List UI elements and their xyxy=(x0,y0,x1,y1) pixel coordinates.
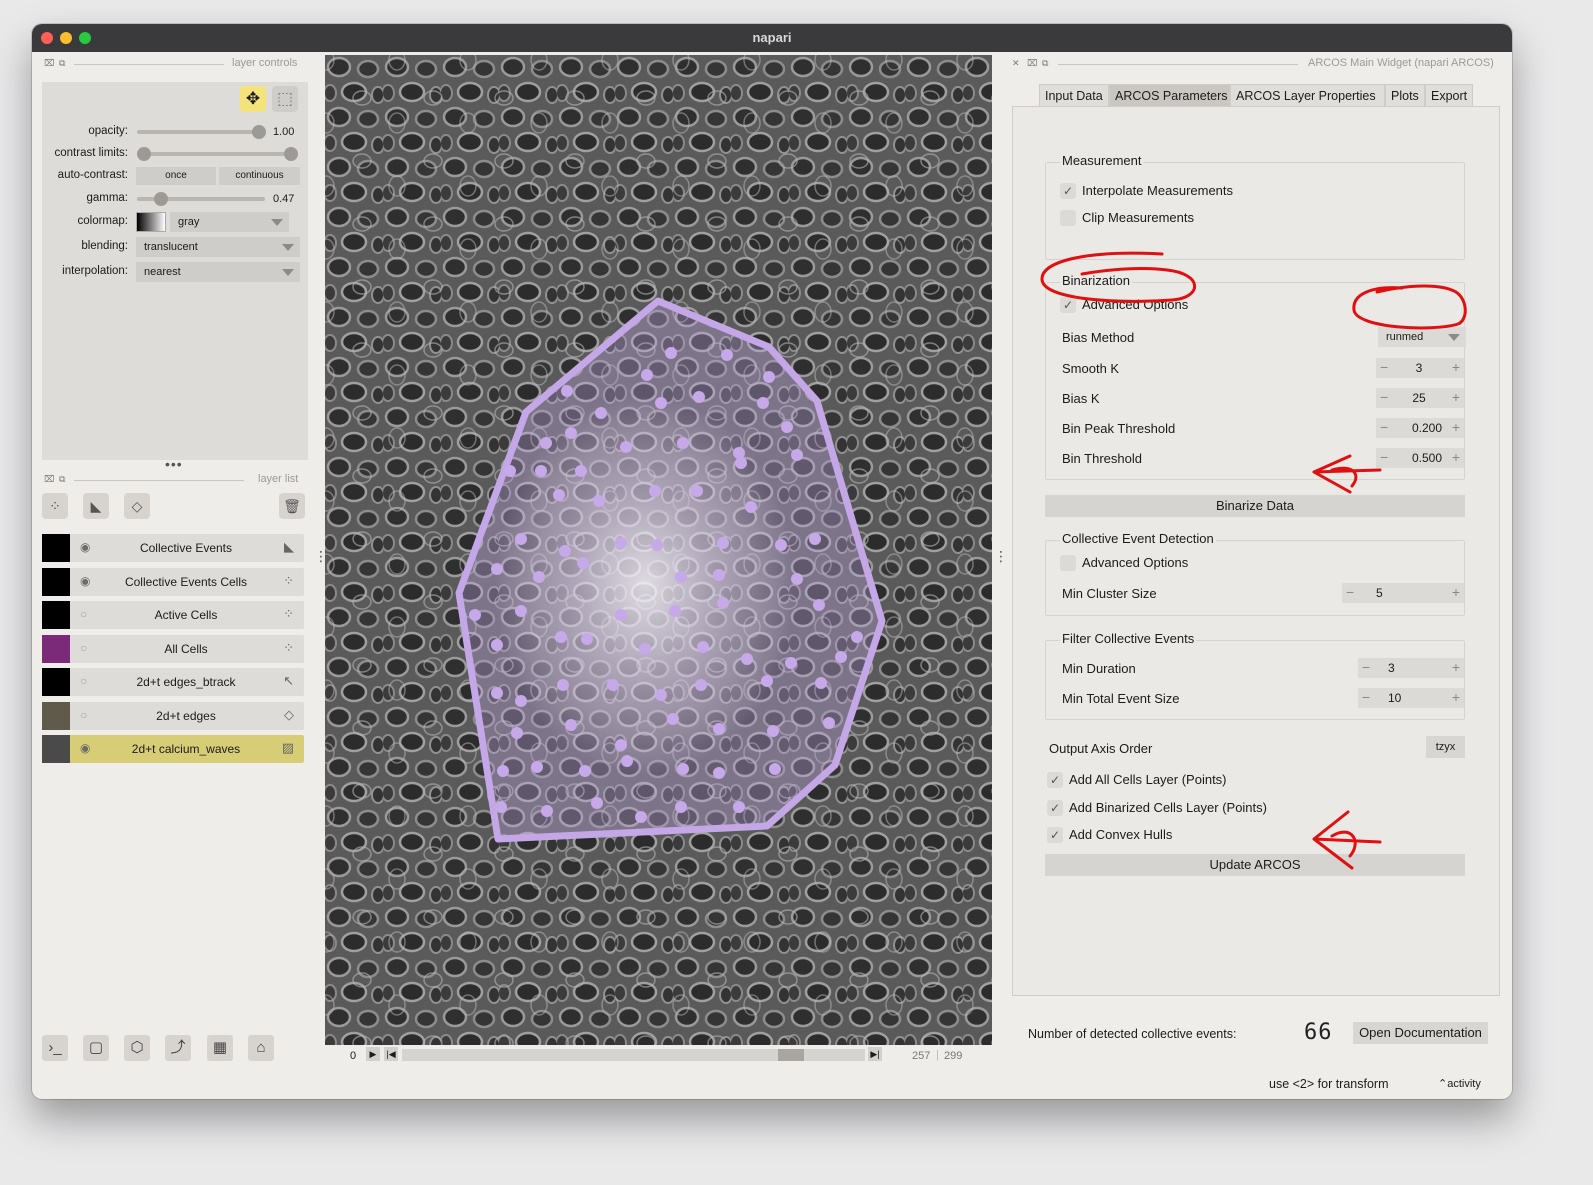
arrow-update-icon xyxy=(1312,810,1382,870)
arrow-binarize-icon xyxy=(1312,454,1382,494)
napari-window: napari ⌧ ⧉ layer controls ✥ ⬚ opacity: 1… xyxy=(32,24,1512,1099)
annotation-circle-bias-method xyxy=(1352,284,1467,330)
annotation-overlay xyxy=(1040,251,1467,870)
annotation-circle-advanced xyxy=(1040,251,1197,303)
